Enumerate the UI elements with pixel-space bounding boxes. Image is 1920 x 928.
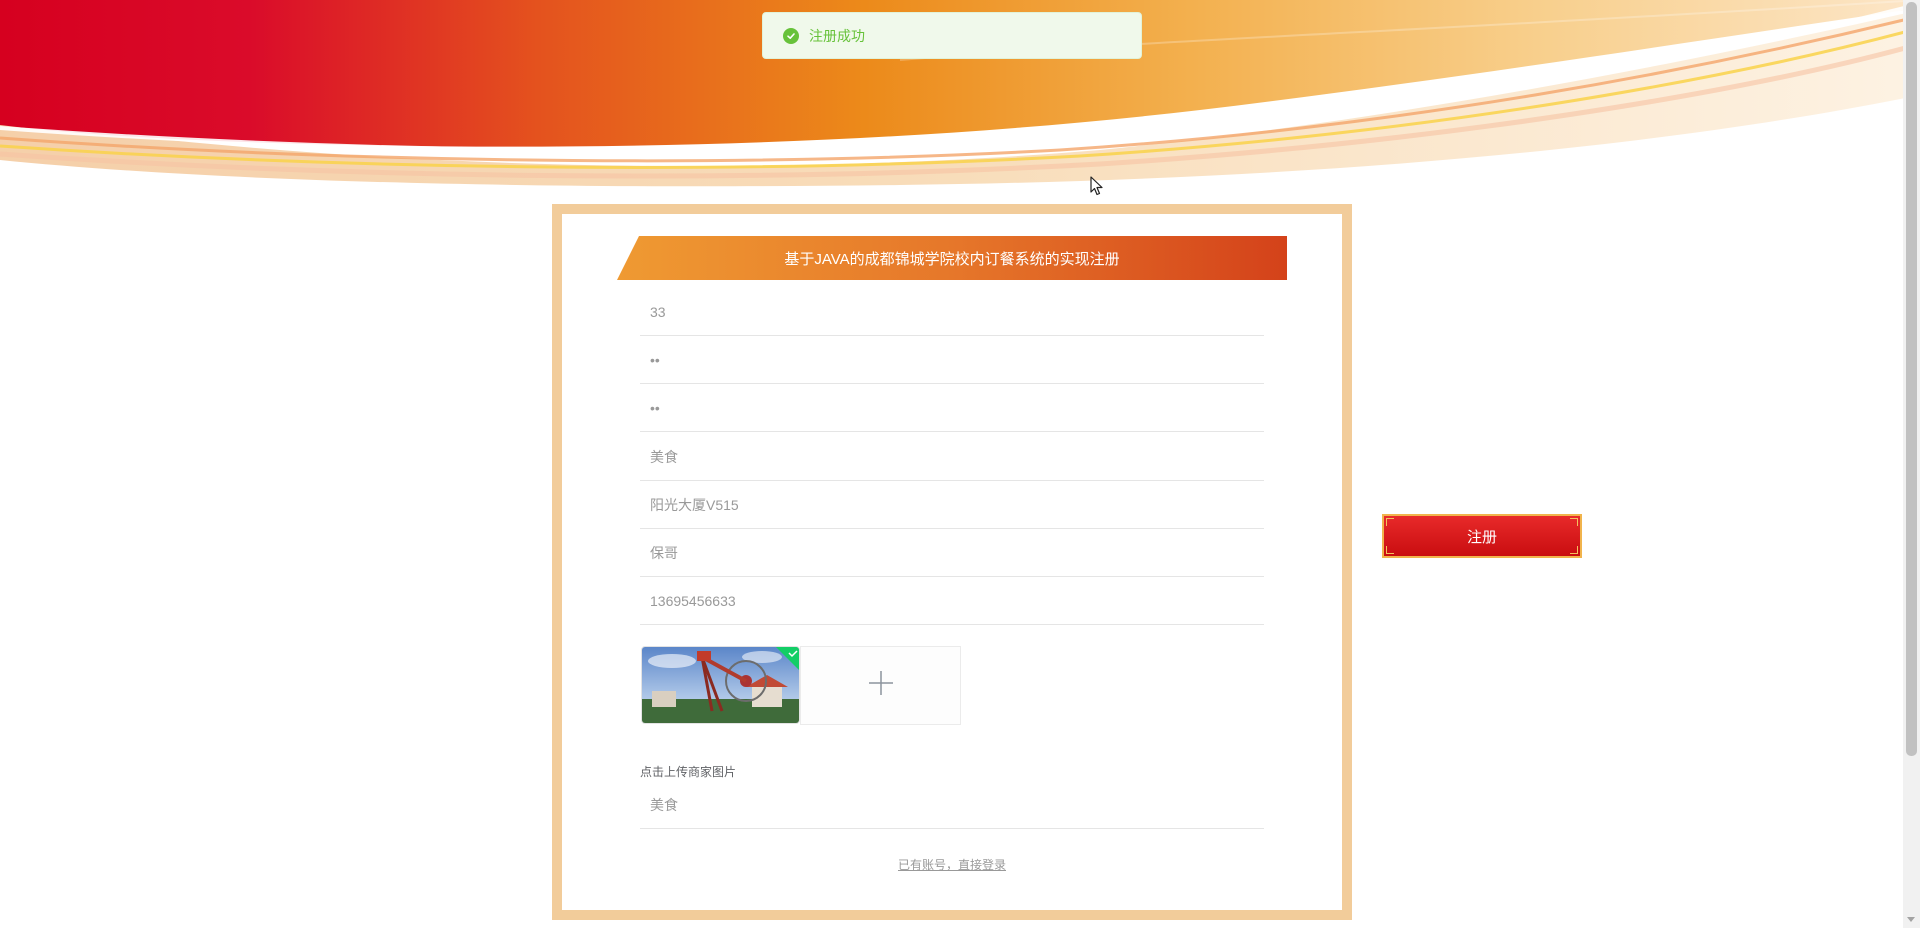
success-toast: 注册成功: [762, 12, 1142, 59]
scroll-down-arrow-icon[interactable]: [1907, 917, 1915, 922]
button-corner-ornament: [1570, 546, 1578, 554]
upload-tip: 点击上传商家图片: [640, 765, 737, 779]
check-circle-icon: [783, 27, 799, 44]
register-button-label: 注册: [1466, 528, 1497, 546]
button-corner-ornament: [1386, 518, 1394, 526]
form-title: 基于JAVA的成都锦城学院校内订餐系统的实现注册: [617, 236, 1287, 280]
login-link[interactable]: 已有账号，直接登录: [562, 856, 1342, 873]
contact-name-input[interactable]: 保哥: [640, 529, 1264, 577]
scrollbar-thumb[interactable]: [1906, 2, 1917, 756]
account-input[interactable]: 33: [640, 288, 1264, 336]
toast-message: 注册成功: [809, 27, 865, 44]
upload-add-button[interactable]: [800, 646, 961, 725]
plus-icon: [867, 669, 895, 702]
register-form-panel: 基于JAVA的成都锦城学院校内订餐系统的实现注册 33 •• •• 美食 阳光大…: [552, 204, 1352, 920]
button-corner-ornament: [1570, 518, 1578, 526]
shop-name-input[interactable]: 美食: [640, 433, 1264, 481]
address-input[interactable]: 阳光大厦V515: [640, 481, 1264, 529]
register-form: 基于JAVA的成都锦城学院校内订餐系统的实现注册 33 •• •• 美食 阳光大…: [562, 214, 1342, 910]
vertical-scrollbar[interactable]: [1903, 0, 1920, 928]
category-input[interactable]: 美食: [640, 781, 1264, 829]
mouse-cursor-icon: [1090, 176, 1104, 196]
password-input[interactable]: ••: [640, 336, 1264, 384]
phone-input[interactable]: 13695456633: [640, 577, 1264, 625]
button-corner-ornament: [1386, 546, 1394, 554]
register-button[interactable]: 注册: [1382, 514, 1582, 558]
confirm-password-input[interactable]: ••: [640, 384, 1264, 432]
uploaded-image-thumbnail[interactable]: [641, 646, 800, 724]
